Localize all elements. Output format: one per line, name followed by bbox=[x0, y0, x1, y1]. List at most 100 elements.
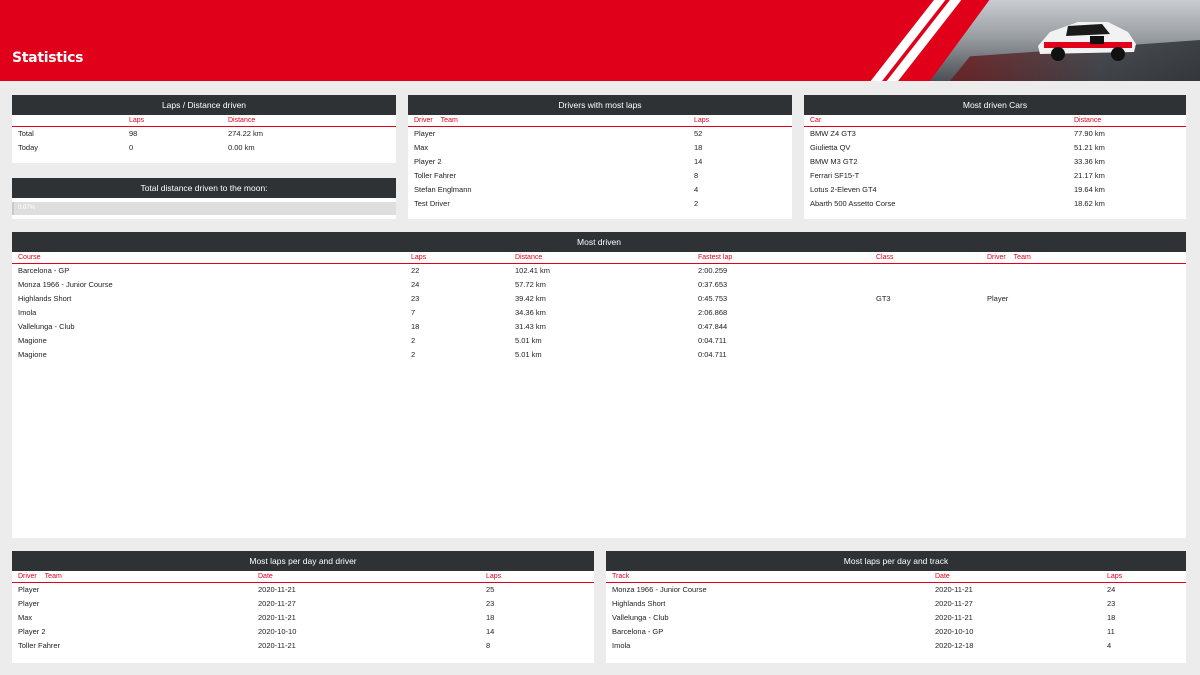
per-day-driver-title: Most laps per day and driver bbox=[12, 551, 594, 571]
track-name: Vallelunga - Club bbox=[612, 613, 669, 622]
car-name: Abarth 500 Assetto Corse bbox=[810, 199, 896, 208]
driver-name: Toller Fahrer bbox=[18, 641, 61, 650]
driver-laps: 52 bbox=[694, 129, 703, 138]
today-row: Today 0 0.00 km bbox=[12, 141, 396, 155]
col-driver: Driver bbox=[987, 254, 1006, 261]
driver-laps: 2 bbox=[694, 199, 699, 208]
course-driver: Player bbox=[987, 294, 1009, 303]
driver-name: Player 2 bbox=[18, 627, 46, 636]
most-driven-list: Barcelona - GP 22 102.41 km 2:00.259 Monza 1… bbox=[12, 264, 1186, 362]
cars-panel: Most driven Cars Car Distance BMW Z4 GT3… bbox=[804, 95, 1186, 219]
car-row: Abarth 500 Assetto Corse 18.62 km bbox=[804, 197, 1186, 211]
col-car: Car bbox=[810, 117, 822, 124]
car-distance: 51.21 km bbox=[1074, 143, 1105, 152]
col-distance: Distance bbox=[1074, 117, 1102, 124]
course-name: Magione bbox=[18, 350, 47, 359]
car-name: Giulietta QV bbox=[810, 143, 851, 152]
course-distance: 39.42 km bbox=[515, 294, 546, 303]
driver-laps: 14 bbox=[694, 157, 703, 166]
col-laps: Laps bbox=[486, 573, 502, 580]
driver-name: Player bbox=[18, 585, 40, 594]
day-driver-row: Player 2 2020-10-10 14 bbox=[12, 625, 594, 639]
col-track: Track bbox=[612, 573, 630, 580]
track-name: Highlands Short bbox=[612, 599, 666, 608]
page-title: Statistics bbox=[12, 50, 84, 66]
car-name: BMW M3 GT2 bbox=[810, 157, 858, 166]
car-distance: 77.90 km bbox=[1074, 129, 1105, 138]
course-row: Monza 1966 - Junior Course 24 57.72 km 0:37… bbox=[12, 278, 1186, 292]
day-track-row: Highlands Short 2020-11-27 23 bbox=[606, 597, 1186, 611]
col-team: Team bbox=[440, 117, 458, 124]
course-name: Vallelunga - Club bbox=[18, 322, 75, 331]
day-date: 2020-10-10 bbox=[935, 627, 974, 636]
cars-title: Most driven Cars bbox=[804, 95, 1186, 115]
col-driver: Driver bbox=[414, 117, 433, 124]
course-laps: 2 bbox=[411, 336, 416, 345]
driver-name: Test Driver bbox=[414, 199, 450, 208]
row-distance: 274.22 km bbox=[228, 129, 264, 138]
course-name: Imola bbox=[18, 308, 37, 317]
course-laps: 24 bbox=[411, 280, 420, 289]
moon-progress-text: 0.07% bbox=[18, 205, 36, 211]
course-row: Magione 2 5.01 km 0:04.711 bbox=[12, 348, 1186, 362]
day-laps: 23 bbox=[486, 599, 495, 608]
course-fastest-lap: 2:06.868 bbox=[698, 308, 728, 317]
col-laps: Laps bbox=[1107, 573, 1123, 580]
col-course: Course bbox=[18, 254, 41, 261]
day-track-row: Imola 2020-12-18 4 bbox=[606, 639, 1186, 653]
col-laps: Laps bbox=[411, 254, 427, 261]
course-name: Highlands Short bbox=[18, 294, 72, 303]
course-row: Highlands Short 23 39.42 km 0:45.753 GT3 Play… bbox=[12, 292, 1186, 306]
course-class: GT3 bbox=[876, 294, 891, 303]
day-date: 2020-10-10 bbox=[258, 627, 297, 636]
course-fastest-lap: 0:04.711 bbox=[698, 336, 727, 345]
day-laps: 23 bbox=[1107, 599, 1116, 608]
day-laps: 18 bbox=[1107, 613, 1116, 622]
col-fastest-lap: Fastest lap bbox=[698, 254, 733, 261]
car-name: Ferrari SF15-T bbox=[810, 171, 860, 180]
col-class: Class bbox=[876, 254, 894, 261]
page-header: Statistics bbox=[0, 0, 1200, 81]
driver-name: Player bbox=[414, 129, 436, 138]
course-row: Magione 2 5.01 km 0:04.711 bbox=[12, 334, 1186, 348]
driver-row: Player 52 bbox=[408, 127, 792, 141]
course-fastest-lap: 0:37.653 bbox=[698, 280, 728, 289]
driver-laps: 8 bbox=[694, 171, 699, 180]
per-day-driver-list: Player 2020-11-21 25 Player 2020-11-27 23 Max 2… bbox=[12, 583, 594, 653]
car-row: BMW Z4 GT3 77.90 km bbox=[804, 127, 1186, 141]
course-laps: 7 bbox=[411, 308, 416, 317]
row-distance: 0.00 km bbox=[228, 143, 255, 152]
moon-panel: Total distance driven to the moon: 0.07% bbox=[12, 178, 396, 219]
moon-progress-bar: 0.07% bbox=[12, 202, 396, 215]
day-laps: 24 bbox=[1107, 585, 1116, 594]
course-name: Magione bbox=[18, 336, 47, 345]
track-name: Monza 1966 - Junior Course bbox=[612, 585, 707, 594]
day-date: 2020-11-21 bbox=[258, 641, 296, 650]
row-label: Today bbox=[18, 143, 39, 152]
course-fastest-lap: 2:00.259 bbox=[698, 266, 728, 275]
race-car-icon bbox=[1038, 22, 1136, 61]
course-row: Vallelunga - Club 18 31.43 km 0:47.844 bbox=[12, 320, 1186, 334]
course-distance: 5.01 km bbox=[515, 350, 542, 359]
per-day-track-panel: Most laps per day and track Track Date L… bbox=[606, 551, 1186, 663]
day-laps: 14 bbox=[486, 627, 495, 636]
col-driver: Driver bbox=[18, 573, 37, 580]
course-fastest-lap: 0:45.753 bbox=[698, 294, 728, 303]
total-row: Total 98 274.22 km bbox=[12, 127, 396, 141]
col-laps: Laps bbox=[129, 117, 145, 124]
car-row: Ferrari SF15-T 21.17 km bbox=[804, 169, 1186, 183]
per-day-track-header: Track Date Laps bbox=[606, 571, 1186, 583]
course-row: Imola 7 34.36 km 2:06.868 bbox=[12, 306, 1186, 320]
laps-distance-panel: Laps / Distance driven Laps Distance Tot… bbox=[12, 95, 396, 163]
course-name: Monza 1966 - Junior Course bbox=[18, 280, 113, 289]
most-driven-title: Most driven bbox=[12, 232, 1186, 252]
course-distance: 34.36 km bbox=[515, 308, 546, 317]
row-label: Total bbox=[18, 129, 34, 138]
day-laps: 8 bbox=[486, 641, 491, 650]
day-driver-row: Max 2020-11-21 18 bbox=[12, 611, 594, 625]
day-driver-row: Player 2020-11-27 23 bbox=[12, 597, 594, 611]
day-driver-row: Toller Fahrer 2020-11-21 8 bbox=[12, 639, 594, 653]
col-team: Team bbox=[1013, 254, 1031, 261]
drivers-header: Driver Team Laps bbox=[408, 115, 792, 127]
col-laps: Laps bbox=[694, 117, 710, 124]
